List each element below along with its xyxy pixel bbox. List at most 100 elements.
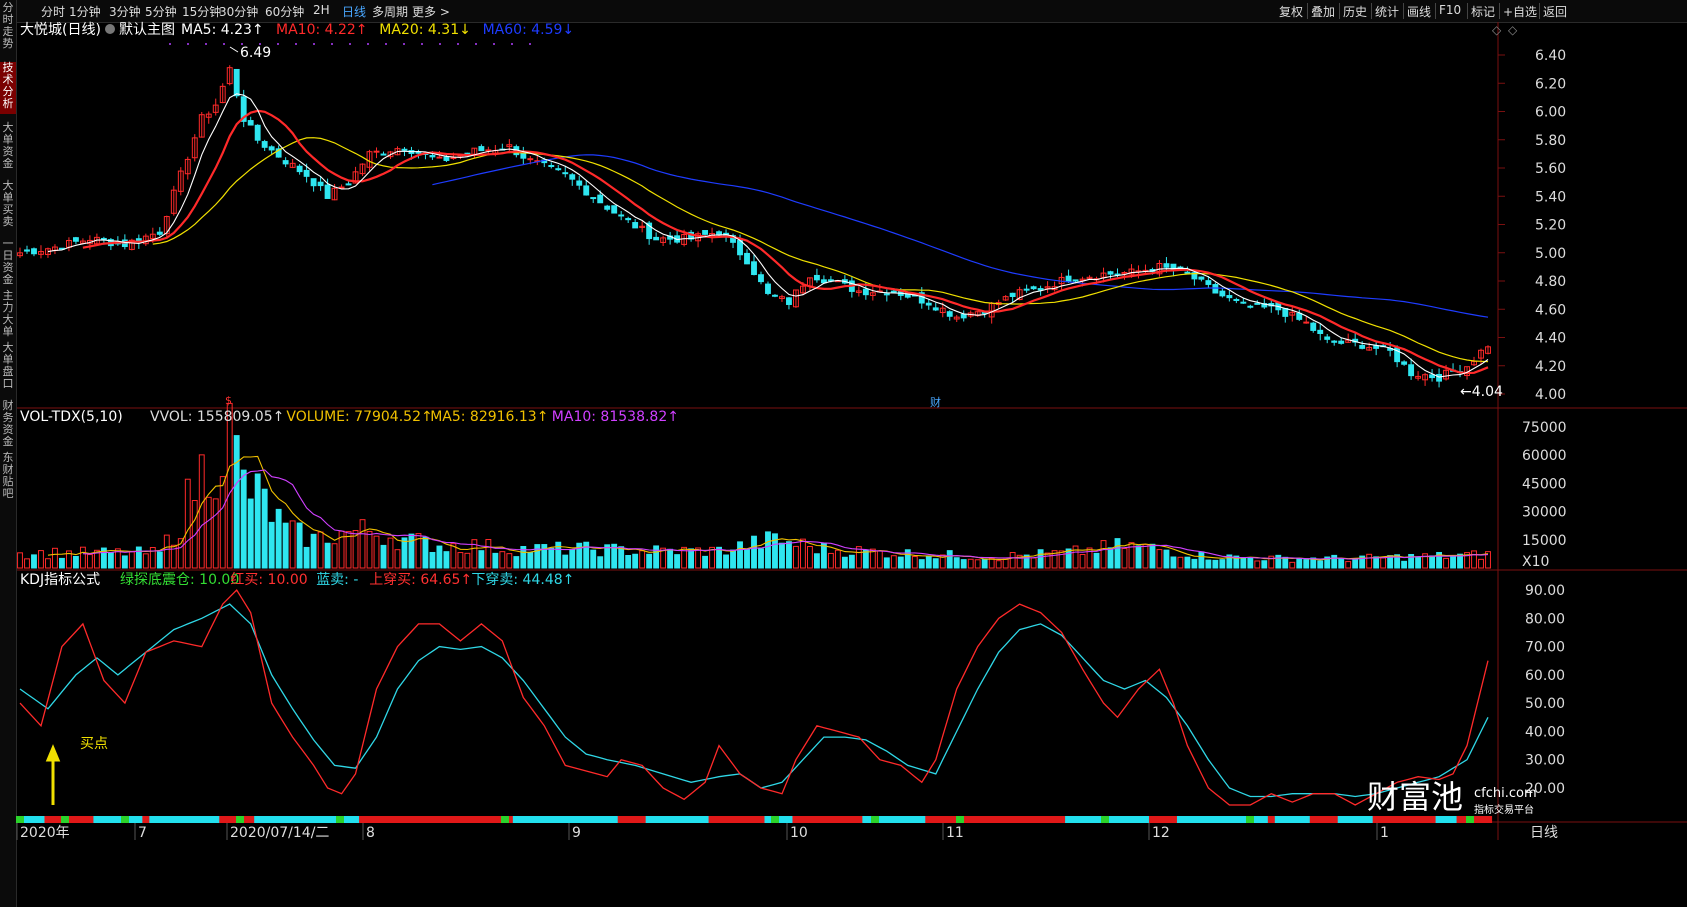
volume-bar bbox=[1184, 556, 1191, 569]
volume-bar bbox=[534, 544, 541, 569]
signal-band-segment bbox=[1386, 816, 1395, 823]
candle-body bbox=[744, 252, 750, 265]
signal-band-segment bbox=[184, 816, 192, 823]
volume-bar bbox=[135, 546, 142, 569]
volume-bar bbox=[1471, 550, 1477, 569]
candle-body bbox=[268, 146, 275, 151]
volume-bar bbox=[1415, 557, 1422, 569]
signal-band-segment bbox=[617, 816, 626, 823]
volume-bar bbox=[667, 548, 674, 569]
signal-band-segment bbox=[1197, 816, 1206, 823]
signal-band-segment bbox=[1114, 816, 1122, 823]
volume-bar bbox=[723, 554, 729, 569]
price-tick-label: 6.20 bbox=[1535, 76, 1566, 92]
volume-bar bbox=[1072, 545, 1079, 569]
volume-bar bbox=[506, 553, 513, 569]
signal-band-segment bbox=[1072, 816, 1080, 823]
ma10-line bbox=[82, 109, 1489, 375]
signal-band-segment bbox=[1093, 816, 1101, 823]
x-axis-label: 10 bbox=[790, 825, 808, 841]
signal-band-segment bbox=[1309, 816, 1318, 823]
volume-bar bbox=[1247, 557, 1254, 569]
volume-bar bbox=[1009, 552, 1016, 569]
volume-bar bbox=[513, 556, 520, 569]
signal-band-segment bbox=[848, 816, 856, 823]
volume-bar bbox=[772, 533, 778, 569]
candle-body bbox=[1247, 305, 1254, 308]
signal-band-segment bbox=[1065, 816, 1073, 823]
volume-bar bbox=[429, 551, 436, 569]
candle-body bbox=[1030, 286, 1037, 290]
candle-body bbox=[702, 230, 709, 235]
signal-band-segment bbox=[1134, 816, 1143, 823]
volume-bar bbox=[702, 555, 709, 569]
buy-point-label: 买点 bbox=[80, 736, 108, 752]
volume-bar bbox=[862, 549, 869, 569]
signal-band-segment bbox=[114, 816, 122, 823]
signal-band-segment bbox=[421, 816, 430, 823]
candle-body bbox=[960, 313, 967, 319]
signal-band-segment bbox=[142, 816, 150, 823]
signal-dot bbox=[277, 43, 279, 45]
volume-bar bbox=[1345, 561, 1352, 569]
volume-bar bbox=[911, 556, 918, 569]
kdj-indicator-4: 下穿卖: 44.48↑ bbox=[471, 572, 574, 588]
green-signal-segment bbox=[121, 816, 129, 823]
volume-bar bbox=[1205, 559, 1212, 569]
signal-band-segment bbox=[554, 816, 563, 823]
candle-body bbox=[345, 183, 352, 186]
signal-band-segment bbox=[1379, 816, 1388, 823]
signal-band-segment bbox=[589, 816, 598, 823]
volume-bar bbox=[52, 547, 58, 569]
volume-bar bbox=[1044, 552, 1051, 569]
candle-body bbox=[401, 148, 408, 151]
volume-bar bbox=[793, 545, 799, 569]
signal-dot bbox=[475, 43, 477, 45]
ma-indicator-0: MA5: 4.23↑ bbox=[181, 22, 264, 38]
candle-body bbox=[1429, 374, 1436, 379]
candle-body bbox=[1338, 340, 1345, 344]
volume-bar bbox=[799, 538, 806, 569]
volume-bar bbox=[1093, 552, 1100, 569]
signal-band-segment bbox=[533, 816, 542, 823]
panel-option-icon: ◇ bbox=[1508, 23, 1518, 37]
volume-bar bbox=[1107, 547, 1114, 569]
signal-band-segment bbox=[1323, 816, 1332, 823]
volume-bar bbox=[1282, 556, 1289, 569]
signal-band-segment bbox=[1023, 816, 1031, 823]
volume-bar bbox=[366, 530, 373, 569]
volume-bar bbox=[373, 535, 380, 569]
signal-band-segment bbox=[163, 816, 171, 823]
signal-dot bbox=[457, 43, 459, 45]
signal-band-segment bbox=[799, 816, 808, 823]
volume-bar bbox=[212, 498, 219, 569]
volume-bar bbox=[1443, 557, 1449, 569]
signal-band-segment bbox=[1079, 816, 1087, 823]
settings-icon[interactable] bbox=[105, 24, 115, 34]
signal-band-segment bbox=[1288, 816, 1297, 823]
event-marker: $ bbox=[225, 394, 232, 407]
volume-bar bbox=[86, 554, 93, 569]
candle-body bbox=[373, 150, 380, 153]
volume-bar bbox=[632, 553, 639, 569]
stock-chart[interactable]: 6.40 6.20 6.00 5.80 5.60 5.40 5.20 5.00 4.80 4.60… bbox=[0, 0, 1687, 907]
signal-band-segment bbox=[414, 816, 423, 823]
candle-body bbox=[751, 261, 757, 276]
candle-body bbox=[1219, 290, 1226, 297]
candle-body bbox=[303, 169, 310, 177]
signal-dot bbox=[169, 43, 171, 45]
volume-bar bbox=[562, 554, 569, 569]
signal-band-segment bbox=[407, 816, 416, 823]
signal-band-segment bbox=[1037, 816, 1045, 823]
candle-body bbox=[415, 151, 422, 154]
volume-bar bbox=[45, 558, 51, 569]
candle-body bbox=[548, 165, 555, 168]
volume-bar bbox=[38, 550, 44, 569]
kdj-tick-label: 40.00 bbox=[1525, 724, 1565, 740]
candle-body bbox=[772, 294, 778, 297]
signal-band-segment bbox=[1351, 816, 1360, 823]
signal-dot bbox=[259, 43, 261, 45]
volume-bar bbox=[485, 539, 492, 569]
price-tick-label: 6.00 bbox=[1535, 105, 1566, 121]
volume-bar bbox=[758, 548, 764, 569]
